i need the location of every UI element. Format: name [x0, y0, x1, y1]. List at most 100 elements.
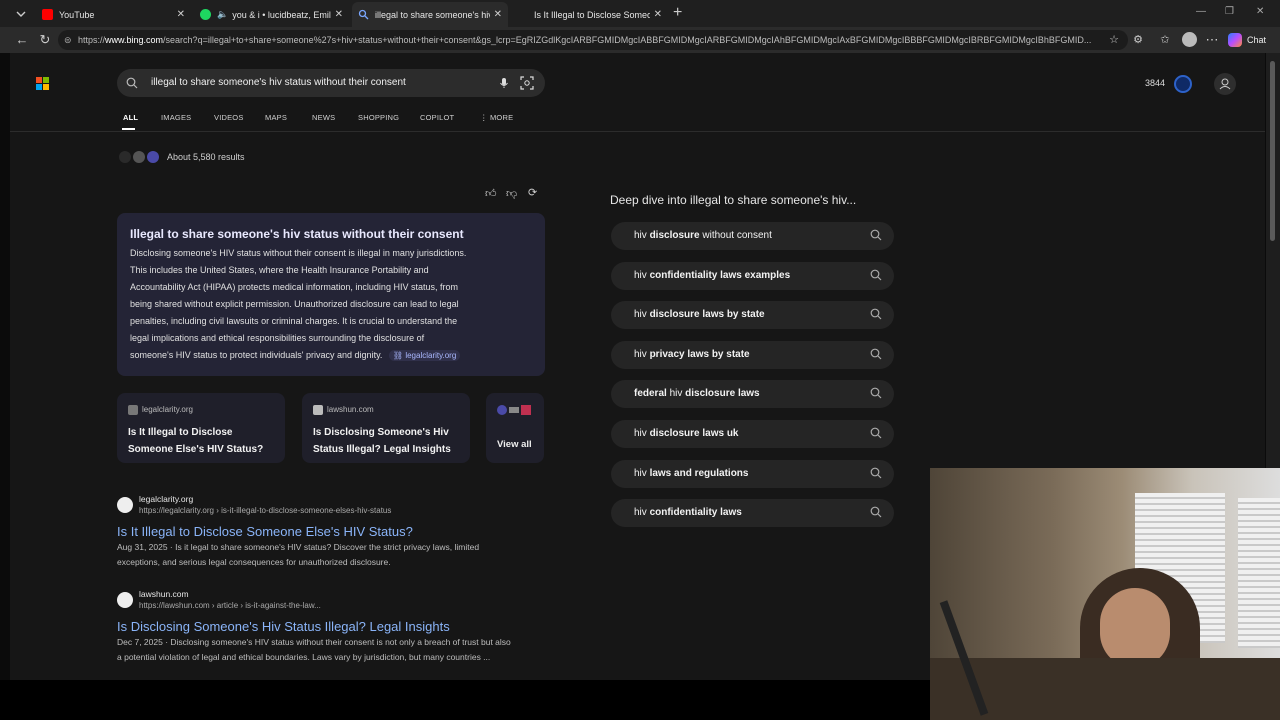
search-icon [870, 506, 882, 518]
restore-icon[interactable]: ❐ [1225, 6, 1234, 17]
bing-logo[interactable] [36, 77, 49, 90]
result-site-name[interactable]: legalclarity.org [139, 494, 193, 504]
visual-search-icon[interactable] [520, 76, 534, 90]
related-search-item[interactable]: hiv disclosure laws uk [611, 420, 894, 448]
related-search-bold: disclosure [649, 230, 700, 241]
scope-active-underline [122, 128, 135, 130]
result-title-link[interactable]: Is Disclosing Someone's Hiv Status Illeg… [117, 619, 450, 634]
result-site-name[interactable]: lawshun.com [139, 589, 189, 599]
related-search-bold: federal [634, 388, 667, 400]
site-info-icon[interactable]: ⊜ [64, 30, 72, 50]
answer-title[interactable]: Illegal to share someone's hiv status wi… [130, 227, 464, 241]
related-search-item[interactable]: hiv disclosure without consent [611, 222, 894, 250]
answer-card: Illegal to share someone's hiv status wi… [117, 213, 545, 376]
related-search-item[interactable]: hiv confidentiality laws [611, 499, 894, 528]
related-search-item[interactable]: hiv disclosure laws by state [611, 301, 894, 330]
chat-label: Chat [1247, 35, 1267, 45]
related-search-label: hiv confidentiality laws examples [634, 270, 790, 281]
scope-images[interactable]: IMAGES [161, 113, 191, 122]
search-box[interactable]: illegal to share someone's hiv status wi… [117, 69, 545, 97]
related-search-bold: disclosure laws uk [649, 428, 739, 439]
source-card[interactable]: legalclarity.org Is It Illegal to Disclo… [117, 393, 285, 463]
mute-tab-icon[interactable]: 🔈 [217, 9, 228, 20]
share-icon[interactable]: ⟳ [528, 186, 537, 199]
back-button[interactable]: ← [14, 32, 30, 48]
result-title-link[interactable]: Is It Illegal to Disclose Someone Else's… [117, 524, 413, 539]
answer-line: Accountability Act (HIPAA) protects medi… [130, 282, 458, 292]
url-prefix: https:// [78, 35, 106, 45]
close-tab-icon[interactable]: ✕ [654, 9, 662, 20]
scope-news[interactable]: NEWS [312, 113, 335, 122]
related-search-item[interactable]: federal hiv disclosure laws [611, 380, 894, 409]
related-search-bold: disclosure laws [685, 388, 760, 400]
copilot-chat-button[interactable]: Chat [1228, 31, 1266, 49]
result-url[interactable]: https://legalclarity.org › is-it-illegal… [139, 506, 391, 515]
scrollbar-thumb[interactable] [1270, 61, 1275, 241]
tab-title: illegal to share someone's hiv stat [375, 9, 490, 20]
result-url[interactable]: https://lawshun.com › article › is-it-ag… [139, 601, 321, 610]
scope-more-label: MORE [489, 113, 514, 122]
new-tab-button[interactable]: + [673, 4, 682, 22]
close-tab-icon[interactable]: ✕ [177, 9, 185, 20]
related-search-item[interactable]: hiv confidentiality laws examples [611, 261, 894, 290]
tab-legalclarity[interactable]: Is It Illegal to Disclose Someone E ✕ [511, 2, 668, 27]
related-search-bold: confidentiality laws examples [649, 269, 791, 281]
search-icon [358, 9, 369, 20]
scope-maps[interactable]: MAPS [265, 113, 287, 122]
answer-line: penalties, including civil lawsuits or c… [130, 316, 458, 326]
rewards-medal-icon[interactable] [1174, 75, 1192, 93]
favorite-star-icon[interactable]: ☆ [1106, 32, 1122, 48]
close-tab-icon[interactable]: ✕ [494, 9, 502, 20]
tab-strip: YouTube ✕ 🔈 you & i • lucidbeatz, Emilia… [0, 0, 1280, 27]
rewards-points[interactable]: 3844 [1145, 78, 1165, 88]
scope-copilot[interactable]: COPILOT [420, 113, 454, 122]
related-search-text: without consent [699, 230, 772, 241]
site-favicon [128, 405, 138, 415]
youtube-icon [42, 9, 53, 20]
close-tab-icon[interactable]: ✕ [335, 9, 343, 20]
thumbs-down-icon[interactable]: 👎︎ [506, 187, 517, 200]
favorites-icon[interactable]: ✩ [1157, 32, 1173, 48]
view-all-card[interactable]: View all [486, 393, 544, 463]
more-options-icon[interactable]: ⋯ [1204, 32, 1220, 48]
scope-all[interactable]: ALL [123, 113, 138, 122]
answer-line: someone's HIV status to protect individu… [130, 347, 538, 364]
legalclarity-icon [517, 9, 528, 20]
title-line: Someone Else's HIV Status? [128, 444, 264, 455]
related-search-text: hiv [634, 269, 650, 281]
result-favicon [117, 592, 133, 608]
scope-videos[interactable]: VIDEOS [214, 113, 244, 122]
scope-more[interactable]: ⋮ MORE [480, 113, 513, 122]
address-bar[interactable]: ⊜ https://www.bing.com/search?q=illegal+… [58, 30, 1128, 50]
source-card-title: Is It Illegal to Disclose Someone Else's… [128, 424, 263, 458]
tab-spotify[interactable]: 🔈 you & i • lucidbeatz, Emilia Ali ✕ [194, 2, 349, 27]
snippet-line: Aug 31, 2025 · Is it legal to share some… [117, 542, 480, 552]
minimize-icon[interactable]: — [1196, 6, 1206, 17]
scope-shopping[interactable]: SHOPPING [358, 113, 399, 122]
result-favicon [117, 497, 133, 513]
account-icon[interactable] [1214, 73, 1236, 95]
search-input[interactable]: illegal to share someone's hiv status wi… [151, 77, 406, 88]
related-search-item[interactable]: hiv laws and regulations [611, 459, 894, 488]
related-search-item[interactable]: hiv privacy laws by state [611, 340, 894, 369]
extensions-icon[interactable]: ⚙ [1130, 32, 1146, 48]
tab-youtube[interactable]: YouTube ✕ [36, 2, 191, 27]
source-favicons [119, 151, 159, 163]
snippet-line: exceptions, and serious legal consequenc… [117, 556, 391, 567]
answer-body: Disclosing someone's HIV status without … [130, 245, 538, 364]
microphone-icon[interactable] [498, 77, 510, 89]
citation-link[interactable]: ⛓ legalclarity.org [388, 350, 461, 361]
search-icon [870, 229, 882, 241]
tab-search-button[interactable] [14, 7, 28, 21]
related-search-label: hiv privacy laws by state [634, 349, 750, 360]
title-line: Is It Illegal to Disclose [128, 427, 233, 438]
snippet-line: a potential violation of legal and ethic… [117, 651, 491, 662]
source-card-domain: lawshun.com [327, 405, 374, 414]
related-search-label: hiv disclosure laws uk [634, 428, 739, 439]
source-card[interactable]: lawshun.com Is Disclosing Someone's Hiv … [302, 393, 470, 463]
tab-bing-search[interactable]: illegal to share someone's hiv stat ✕ [352, 2, 508, 27]
close-window-icon[interactable]: ✕ [1256, 6, 1264, 17]
reload-button[interactable]: ↻ [37, 32, 53, 48]
profile-avatar[interactable] [1182, 32, 1197, 47]
thumbs-up-icon[interactable]: 👍︎ [485, 187, 497, 200]
